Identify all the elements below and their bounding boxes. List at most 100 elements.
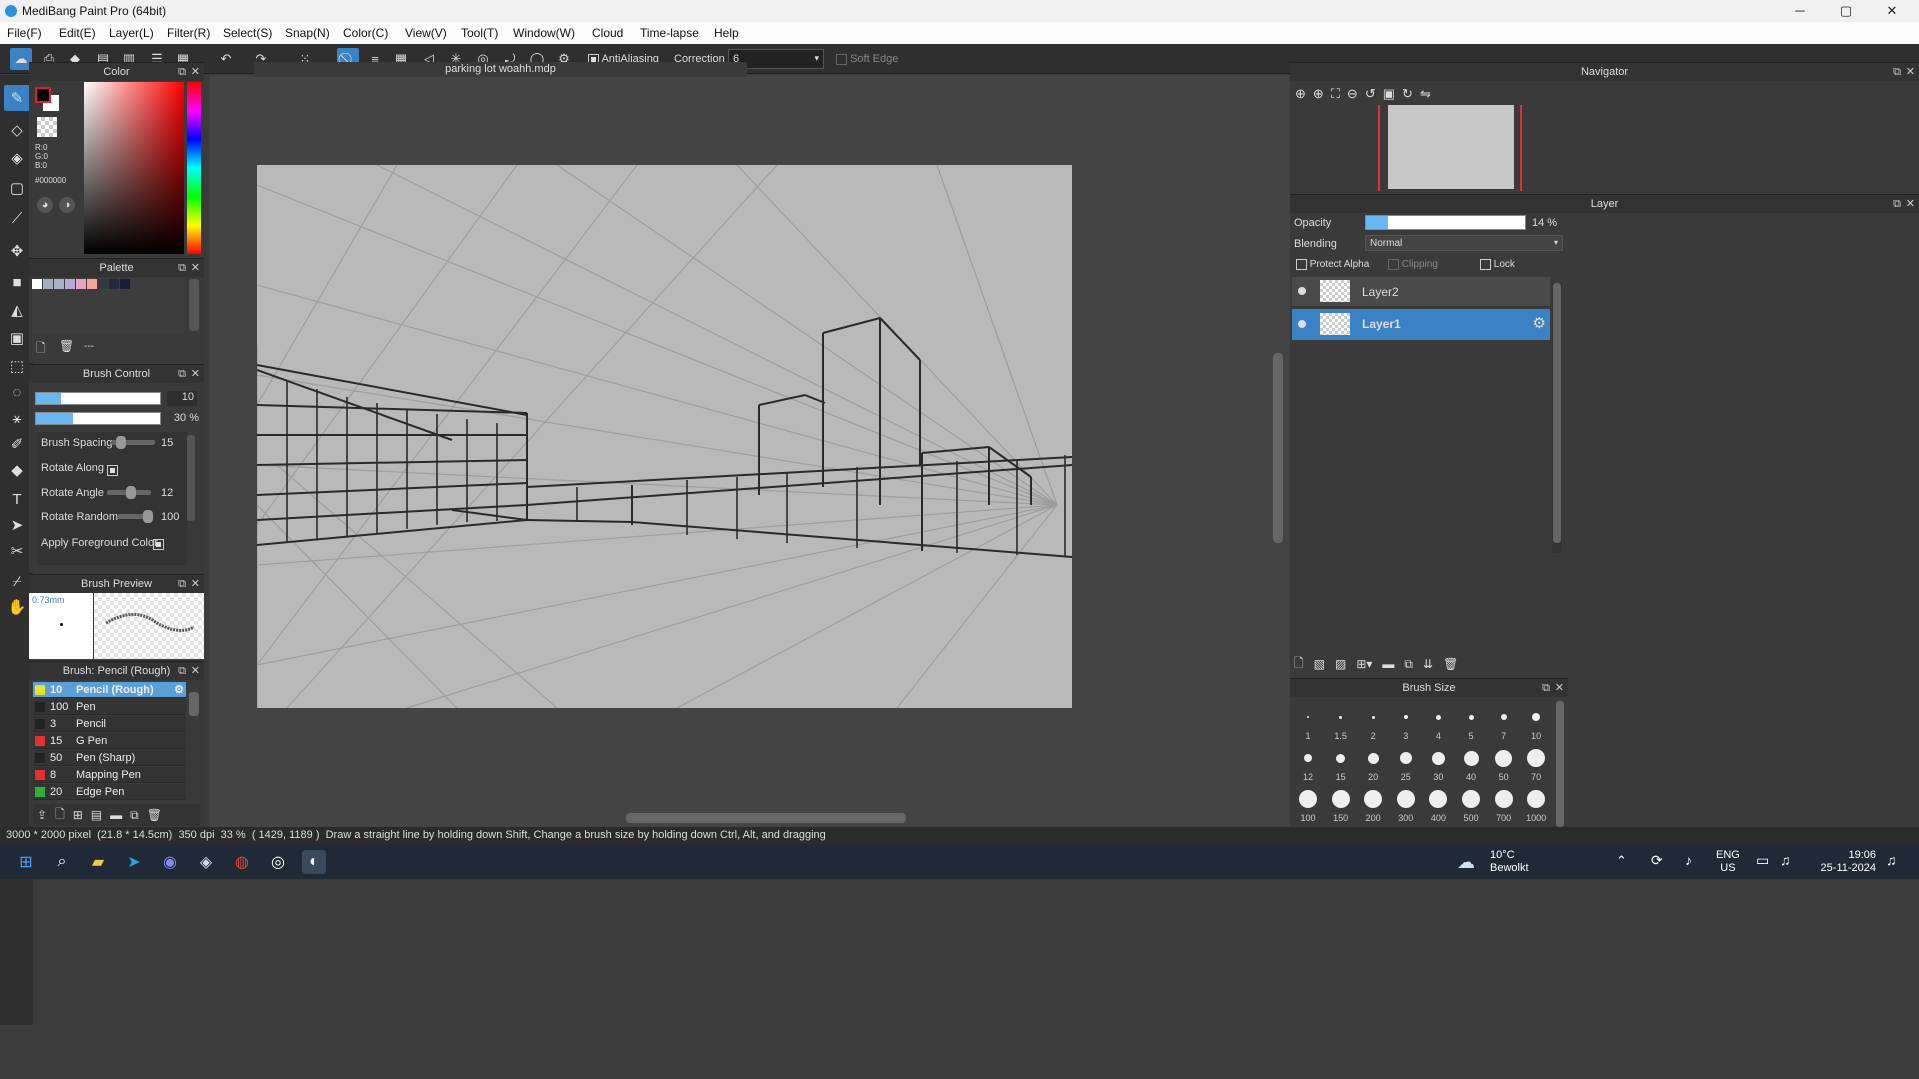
eye-icon[interactable] (1298, 320, 1306, 328)
palette-swatch[interactable] (109, 279, 119, 289)
folder-icon[interactable]: ▬ (1382, 657, 1394, 671)
add-layer-menu-icon[interactable]: ⊞▾ (1356, 657, 1372, 671)
volume-icon[interactable]: ♫ (1780, 852, 1791, 868)
menu-edit[interactable]: Edit(E) (59, 26, 96, 40)
brush-size-12[interactable]: 12 (1292, 742, 1324, 782)
close-icon[interactable]: ✕ (191, 575, 200, 593)
brush-size-10[interactable]: 10 (1520, 701, 1552, 741)
brush-tool-icon[interactable]: ✎ (4, 85, 30, 111)
select-eraser-icon[interactable]: ◆ (4, 457, 30, 483)
maximize-button[interactable]: ▢ (1823, 0, 1869, 22)
select-pen-icon[interactable]: ✐ (4, 431, 30, 457)
select-rect-icon[interactable]: ⬚ (4, 353, 30, 379)
minimize-button[interactable]: ─ (1777, 0, 1823, 22)
obs-icon[interactable]: ◎ (266, 850, 290, 874)
eraser-tool-icon[interactable]: ◇ (4, 117, 30, 143)
eye-icon[interactable] (1298, 287, 1306, 295)
color-mixer-icon[interactable]: ◑ (59, 197, 75, 213)
soft-edge-checkbox[interactable] (836, 53, 847, 65)
popout-icon[interactable]: ⧉ (178, 63, 186, 81)
dot-eraser-icon[interactable]: ◈ (4, 145, 30, 171)
brush-size-slider[interactable] (35, 392, 161, 405)
brush-size-25[interactable]: 25 (1390, 742, 1422, 782)
brush-size-40[interactable]: 40 (1455, 742, 1487, 782)
new-brush-icon[interactable]: 🗋 (55, 805, 65, 826)
horizontal-scrollbar[interactable] (218, 813, 1278, 823)
sync-icon[interactable]: ⟳ (1651, 852, 1663, 869)
brush-size-70[interactable]: 70 (1520, 742, 1552, 782)
close-icon[interactable]: ✕ (1906, 63, 1915, 81)
close-icon[interactable]: ✕ (191, 365, 200, 383)
zoom-fit-icon[interactable]: ⊕ (1295, 86, 1306, 102)
flip-icon[interactable]: ⇋ (1420, 86, 1431, 102)
zoom-in-icon[interactable]: ⊕ (1313, 86, 1324, 102)
medibang-taskbar-icon[interactable]: ◐ (302, 850, 326, 874)
brush-size-30[interactable]: 30 (1422, 742, 1454, 782)
brush-size-150[interactable]: 150 (1325, 783, 1357, 823)
rotate-random-slider[interactable] (117, 510, 153, 523)
brush-size-1.5[interactable]: 1.5 (1325, 701, 1357, 741)
divide-tool-icon[interactable]: ✂ (4, 538, 30, 564)
popout-icon[interactable]: ⧉ (1542, 679, 1550, 697)
line-tool-icon[interactable]: ⟋ (4, 205, 30, 231)
brush-settings-icon[interactable]: ▤ (91, 808, 102, 822)
weather-icon[interactable]: ☁ (1457, 852, 1475, 873)
brush-item-pencil[interactable]: 3 Pencil (33, 716, 186, 732)
brush-list-scrollbar[interactable] (189, 692, 199, 716)
brush-size-500[interactable]: 500 (1455, 783, 1487, 823)
discord-icon[interactable]: ◉ (158, 850, 182, 874)
windows-start-icon[interactable]: ⊞ (14, 850, 38, 874)
brush-size-1000[interactable]: 1000 (1520, 783, 1552, 823)
menu-help[interactable]: Help (714, 26, 739, 40)
foreground-color-swatch[interactable] (35, 87, 51, 103)
close-icon[interactable]: ✕ (1555, 679, 1564, 697)
brush-item-pen-sharp[interactable]: 50 Pen (Sharp) (33, 750, 186, 766)
rotate-left-icon[interactable]: ↺ (1365, 86, 1376, 102)
saturation-value-picker[interactable] (84, 82, 184, 254)
chrome-icon[interactable]: ◍ (230, 850, 254, 874)
menu-color[interactable]: Color(C) (343, 26, 388, 40)
duplicate-layer-icon[interactable]: ⧉ (1404, 657, 1413, 672)
zoom-out-icon[interactable]: ⊖ (1347, 86, 1358, 102)
search-icon[interactable]: ⌕ (50, 850, 74, 874)
brush-size-300[interactable]: 300 (1390, 783, 1422, 823)
folder-icon[interactable]: ▬ (110, 808, 122, 822)
brush-size-400[interactable]: 400 (1422, 783, 1454, 823)
bucket-tool-icon[interactable]: ◭ (4, 297, 30, 323)
navigator-viewport[interactable] (1378, 105, 1522, 191)
palette-scrollbar[interactable] (189, 279, 199, 331)
new-page-icon[interactable]: 🗋 (36, 339, 46, 360)
menu-file[interactable]: File(F) (7, 26, 42, 40)
lasso-icon[interactable]: ◌ (4, 379, 30, 405)
transparent-swatch[interactable] (37, 117, 57, 137)
fit-window-icon[interactable]: ⛶ (1331, 86, 1340, 102)
shape-tool-icon[interactable]: ▢ (4, 175, 30, 201)
microphone-icon[interactable]: ♪ (1685, 852, 1692, 868)
menu-view[interactable]: View(V) (405, 26, 447, 40)
brush-size-4[interactable]: 4 (1422, 701, 1454, 741)
blending-select[interactable]: Normal ▾ (1365, 235, 1563, 251)
text-tool-icon[interactable]: T (4, 486, 30, 512)
brush-item-edge-pen[interactable]: 20 Edge Pen (33, 784, 186, 800)
chevron-up-icon[interactable]: ⌃ (1616, 853, 1627, 869)
brush-size-100[interactable]: 100 (1292, 783, 1324, 823)
file-explorer-icon[interactable]: ▰ (86, 850, 110, 874)
operation-tool-icon[interactable]: ➤ (4, 512, 30, 538)
brush-item-mapping-pen[interactable]: 8 Mapping Pen (33, 767, 186, 783)
vertical-scroll-thumb[interactable] (1273, 353, 1283, 543)
layer-scrollbar[interactable] (1552, 283, 1562, 553)
palette-swatch[interactable] (120, 279, 130, 289)
palette-swatch[interactable] (87, 279, 97, 289)
eyedropper-icon[interactable]: ⌿ (4, 568, 30, 594)
menu-select[interactable]: Select(S) (223, 26, 272, 40)
close-button[interactable]: ✕ (1869, 0, 1915, 22)
palette-swatch[interactable] (98, 279, 108, 289)
brush-item-pencil-rough[interactable]: 10 Pencil (Rough) ⚙ (33, 682, 186, 698)
menu-timelapse[interactable]: Time-lapse (640, 26, 699, 40)
notification-bell-icon[interactable]: ♫ (1886, 852, 1897, 868)
close-icon[interactable]: ✕ (191, 259, 200, 277)
gear-icon[interactable]: ⚙ (174, 683, 184, 696)
trash-icon[interactable]: 🗑 (59, 339, 74, 353)
palette-swatch[interactable] (32, 279, 42, 289)
brush-size-700[interactable]: 700 (1488, 783, 1520, 823)
